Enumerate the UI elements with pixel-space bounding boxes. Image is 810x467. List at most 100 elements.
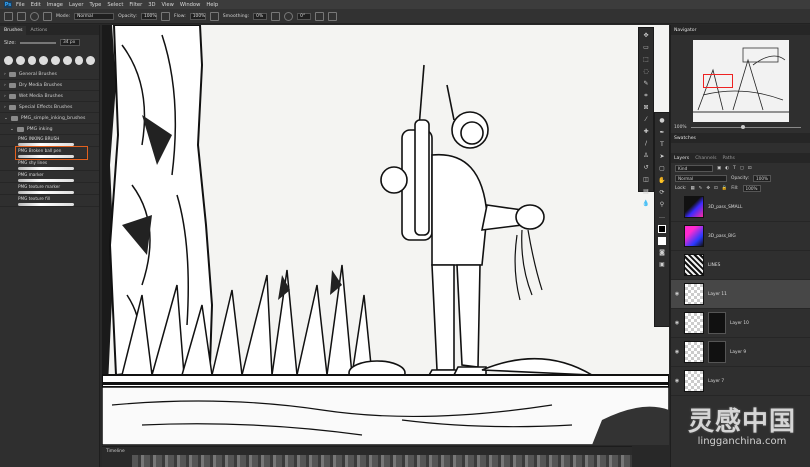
folder-special-effects-brushes[interactable]: › Special Effects Brushes <box>0 102 99 113</box>
dodge-tool-icon[interactable]: ● <box>658 117 666 125</box>
lock-paint-icon[interactable]: ✎ <box>699 186 703 191</box>
tab-swatches[interactable]: Swatches <box>674 136 696 141</box>
recent-brush-7[interactable] <box>74 56 84 65</box>
healing-tool-icon[interactable]: ✚ <box>642 128 650 136</box>
type-tool-icon[interactable]: T <box>658 141 666 149</box>
layer-row[interactable]: 3D_pass_SMALL <box>671 193 810 222</box>
layer-mask-thumbnail[interactable] <box>708 341 726 363</box>
layer-row[interactable]: ◉ Layer 7 <box>671 367 810 396</box>
brush-tool-icon[interactable] <box>17 11 26 21</box>
visibility-eye-icon[interactable]: ◉ <box>674 320 680 326</box>
smoothing-field[interactable]: 0% <box>253 12 268 20</box>
brush-settings-icon[interactable] <box>43 11 52 21</box>
recent-brush-3[interactable] <box>27 56 37 65</box>
menu-3d[interactable]: 3D <box>148 2 155 8</box>
recent-brush-5[interactable] <box>51 56 60 65</box>
pressure-opacity-icon[interactable] <box>160 11 170 21</box>
layer-opacity-field[interactable]: 100% <box>753 174 772 182</box>
timeline-frames[interactable] <box>132 455 632 467</box>
smoothing-options-icon[interactable] <box>271 11 281 21</box>
blend-mode-select[interactable]: Normal <box>675 174 727 182</box>
path-select-tool-icon[interactable]: ➤ <box>658 153 666 161</box>
folder-wet-media-brushes[interactable]: › Wet Media Brushes <box>0 91 99 102</box>
filter-shape-icon[interactable]: ▢ <box>740 166 744 171</box>
fill-field[interactable]: 100% <box>742 184 761 192</box>
tab-actions[interactable]: Actions <box>26 26 51 35</box>
eyedropper-tool-icon[interactable]: ⁄ <box>642 116 650 124</box>
menu-select[interactable]: Select <box>107 2 123 8</box>
tab-navigator[interactable]: Navigator <box>674 28 696 33</box>
menu-layer[interactable]: Layer <box>69 2 83 8</box>
photoshop-logo-icon[interactable]: Ps <box>4 1 12 8</box>
folder-general-brushes[interactable]: › General Brushes <box>0 69 99 80</box>
document-canvas[interactable] <box>102 25 669 445</box>
menu-image[interactable]: Image <box>47 2 63 8</box>
stamp-tool-icon[interactable]: ♙ <box>642 152 650 160</box>
layer-row[interactable]: ◉ Layer 10 <box>671 309 810 338</box>
mode-select[interactable]: Normal <box>74 12 115 20</box>
menu-window[interactable]: Window <box>180 2 200 8</box>
menu-filter[interactable]: Filter <box>129 2 142 8</box>
recent-brush-4[interactable] <box>39 56 48 65</box>
zoom-tool-icon[interactable]: ⚲ <box>658 201 666 209</box>
navigator-thumbnail[interactable] <box>692 40 789 122</box>
background-color-swatch[interactable] <box>658 237 666 245</box>
brush-item[interactable]: PMG texture fill <box>0 195 99 207</box>
lock-move-icon[interactable]: ✥ <box>706 186 710 191</box>
filter-adjustment-icon[interactable]: ◐ <box>725 166 729 171</box>
visibility-eye-icon[interactable]: ◉ <box>674 291 680 297</box>
layer-mask-thumbnail[interactable] <box>708 312 726 334</box>
home-icon[interactable] <box>4 11 13 21</box>
crop-tool-icon[interactable]: ⌗ <box>642 92 650 100</box>
menu-view[interactable]: View <box>162 2 174 8</box>
size-slider[interactable] <box>19 41 56 44</box>
layer-row[interactable]: 3D_pass_BIG <box>671 222 810 251</box>
brush-item[interactable]: PMG texture marker <box>0 183 99 195</box>
pen-tool-icon[interactable]: ✒ <box>658 129 666 137</box>
lock-all-icon[interactable]: 🔒 <box>722 186 727 191</box>
filter-type-icon[interactable]: T <box>733 166 736 171</box>
menu-type[interactable]: Type <box>89 2 101 8</box>
eraser-tool-icon[interactable]: ◫ <box>642 176 650 184</box>
quick-mask-icon[interactable]: ◙ <box>658 249 666 257</box>
kind-filter-select[interactable]: Kind <box>675 164 713 172</box>
zoom-value[interactable]: 100% <box>674 125 687 130</box>
brush-item[interactable]: PMG marker <box>0 171 99 183</box>
shape-tool-icon[interactable]: ▢ <box>658 165 666 173</box>
menu-file[interactable]: File <box>16 2 25 8</box>
pressure-size-icon[interactable] <box>315 11 325 21</box>
brush-preset-picker-icon[interactable] <box>30 11 39 21</box>
filter-smart-object-icon[interactable]: ⊡ <box>748 166 752 171</box>
folder-pmg-inking[interactable]: ⌄ PMG inking <box>0 124 99 135</box>
airbrush-icon[interactable] <box>209 11 219 21</box>
tab-channels[interactable]: Channels <box>695 156 716 161</box>
blur-tool-icon[interactable]: 💧 <box>642 200 650 208</box>
flow-field[interactable]: 100% <box>189 12 206 20</box>
rotate-view-icon[interactable]: ⟳ <box>658 189 666 197</box>
zoom-slider[interactable] <box>690 124 801 129</box>
frame-tool-icon[interactable]: ⊠ <box>642 104 650 112</box>
move-tool-icon[interactable]: ✥ <box>642 32 650 40</box>
marquee-tool-icon[interactable]: ⬚ <box>642 56 650 64</box>
brush-item[interactable]: PMG INKING BRUSH <box>0 135 99 147</box>
folder-dry-media-brushes[interactable]: › Dry Media Brushes <box>0 80 99 91</box>
opacity-field[interactable]: 100% <box>140 12 157 20</box>
recent-brush-6[interactable] <box>62 56 72 65</box>
folder-pmg-simple-inking[interactable]: ⌄ PMG_simple_inking_brushes <box>0 113 99 124</box>
filter-pixel-icon[interactable]: ▣ <box>717 166 721 171</box>
menu-edit[interactable]: Edit <box>31 2 41 8</box>
layer-row[interactable]: ◉ Layer 9 <box>671 338 810 367</box>
visibility-eye-icon[interactable]: ◉ <box>674 378 680 384</box>
size-field[interactable]: 34 px <box>59 39 80 46</box>
recent-brush-2[interactable] <box>15 56 25 65</box>
lasso-tool-icon[interactable]: ◌ <box>642 68 650 76</box>
more-tools-icon[interactable]: … <box>658 213 666 221</box>
lock-transparent-icon[interactable]: ▦ <box>691 186 695 191</box>
visibility-eye-icon[interactable]: ◉ <box>674 349 680 355</box>
brush-tool-icon[interactable]: ∕ <box>642 140 650 148</box>
history-brush-icon[interactable]: ↺ <box>642 164 650 172</box>
layer-row[interactable]: LINES <box>671 251 810 280</box>
hand-tool-icon[interactable]: ✋ <box>658 177 666 185</box>
brush-item-selected[interactable]: PMG Broken ball pen <box>15 146 88 160</box>
angle-field[interactable]: 0° <box>297 12 312 20</box>
